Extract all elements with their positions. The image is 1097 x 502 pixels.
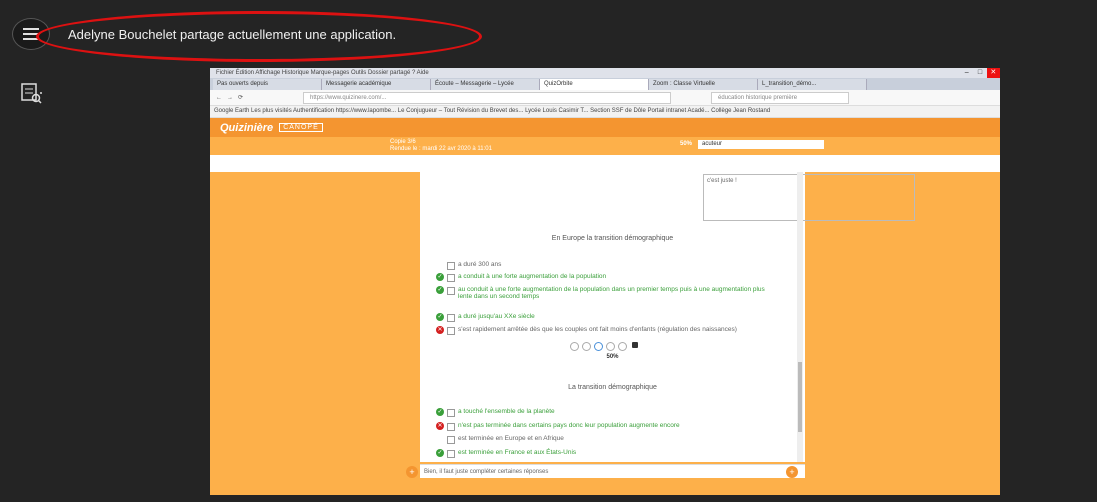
- forward-icon[interactable]: →: [227, 95, 233, 101]
- browser-tab[interactable]: Pas ouverts depuis: [213, 79, 322, 90]
- check-icon: ✓: [436, 408, 444, 416]
- back-icon[interactable]: ←: [216, 95, 222, 101]
- answer-text: a conduit à une forte augmentation de la…: [458, 273, 607, 280]
- question-percent: 50%: [606, 354, 619, 360]
- browser-tabs: Pas ouverts depuis Messagerie académique…: [210, 78, 1000, 90]
- check-icon: ✓: [436, 286, 444, 294]
- answer-text: est terminée en France et aux États-Unis: [458, 449, 577, 456]
- rating-dot-selected[interactable]: [594, 342, 603, 351]
- question-title: La transition démographique: [568, 384, 657, 391]
- submission-date: Rendue le : mardi 22 avr 2020 à 11:01: [390, 146, 492, 152]
- answer-item: ✓ a conduit à une forte augmentation de …: [436, 273, 606, 282]
- menubar-text: Fichier Édition Affichage Historique Mar…: [216, 70, 429, 76]
- answer-item: ✕ n'est pas terminée dans certains pays …: [436, 422, 680, 431]
- answer-text: a duré 300 ans: [458, 261, 502, 268]
- answer-item: est terminée en Europe et en Afrique: [436, 435, 564, 444]
- cross-icon: ✕: [436, 326, 444, 334]
- minimize-icon[interactable]: –: [960, 68, 973, 78]
- browser-search-input[interactable]: éducation historique première: [711, 91, 850, 104]
- answer-text: est terminée en Europe et en Afrique: [458, 435, 564, 442]
- answer-checkbox[interactable]: [447, 327, 455, 335]
- question-panel: c'est juste ! En Europe la transition dé…: [420, 172, 915, 462]
- comment-icon[interactable]: [632, 342, 638, 348]
- copy-info: Copie 3/6 Rendue le : mardi 22 avr 2020 …: [390, 139, 492, 153]
- question-title: En Europe la transition démographique: [551, 235, 674, 242]
- rating-dot[interactable]: [606, 342, 615, 351]
- add-right-icon[interactable]: +: [786, 466, 798, 478]
- quiziniere-header: Quizinière CANOPÉ: [210, 118, 1000, 137]
- rating-dot[interactable]: [570, 342, 579, 351]
- answer-checkbox[interactable]: [447, 274, 455, 282]
- answer-checkbox[interactable]: [447, 314, 455, 322]
- teacher-comment-input[interactable]: Bien, il faut juste compléter certaines …: [420, 464, 805, 478]
- browser-tab[interactable]: Écoute – Messagerie – Lycée: [431, 79, 540, 90]
- copy-count: Copie 3/6: [390, 139, 416, 145]
- canope-label: CANOPÉ: [279, 123, 323, 132]
- answer-item: a duré 300 ans: [436, 261, 501, 270]
- grade-input[interactable]: acuteur: [698, 140, 824, 149]
- no-mark: [436, 435, 444, 443]
- shared-application-view: Fichier Édition Affichage Historique Mar…: [210, 68, 1000, 495]
- answer-checkbox[interactable]: [447, 450, 455, 458]
- rating-dots[interactable]: [570, 342, 638, 351]
- poll-icon[interactable]: [20, 82, 42, 104]
- close-icon[interactable]: ✕: [986, 68, 1000, 78]
- bookmarks-bar[interactable]: Google Earth Les plus visités Authentifi…: [210, 106, 1000, 118]
- answer-item: ✓ est terminée en France et aux États-Un…: [436, 449, 576, 458]
- quiz-content: c'est juste ! En Europe la transition dé…: [210, 172, 1000, 495]
- browser-tab[interactable]: Messagerie académique: [322, 79, 431, 90]
- reload-icon[interactable]: ⟳: [238, 94, 243, 101]
- browser-tab-active[interactable]: QuizOrbite: [540, 79, 649, 90]
- answer-text: a touché l'ensemble de la planète: [458, 408, 555, 415]
- feedback-textarea[interactable]: c'est juste !: [703, 174, 915, 221]
- answer-checkbox[interactable]: [447, 409, 455, 417]
- check-icon: ✓: [436, 449, 444, 457]
- answer-text: n'est pas terminée dans certains pays do…: [458, 422, 680, 429]
- rating-dot[interactable]: [618, 342, 627, 351]
- window-controls: – □ ✕: [960, 68, 1000, 78]
- url-input[interactable]: https://www.quizinere.com/...: [303, 91, 672, 104]
- answer-item: ✓ a touché l'ensemble de la planète: [436, 408, 555, 417]
- browser-menubar: Fichier Édition Affichage Historique Mar…: [210, 68, 1000, 78]
- answer-text: a duré jusqu'au XXe siècle: [458, 313, 535, 320]
- answer-item: ✕ s'est rapidement arrêtée dès que les c…: [436, 326, 737, 335]
- browser-tab[interactable]: Zoom : Classe Virtuelle: [649, 79, 758, 90]
- share-status-text: Adelyne Bouchelet partage actuellement u…: [68, 27, 397, 42]
- rating-dot[interactable]: [582, 342, 591, 351]
- scrollbar-thumb[interactable]: [798, 362, 802, 432]
- answer-item: ✓ au conduit à une forte augmentation de…: [436, 286, 766, 300]
- browser-tab[interactable]: L_transition_démo...: [758, 79, 867, 90]
- copy-info-bar: Copie 3/6 Rendue le : mardi 22 avr 2020 …: [210, 137, 1000, 155]
- quiziniere-logo: Quizinière: [220, 121, 274, 134]
- check-icon: ✓: [436, 273, 444, 281]
- answer-checkbox[interactable]: [447, 262, 455, 270]
- answer-text: s'est rapidement arrêtée dès que les cou…: [458, 326, 737, 333]
- answer-text: au conduit à une forte augmentation de l…: [458, 286, 765, 300]
- no-mark: [436, 261, 444, 269]
- check-icon: ✓: [436, 313, 444, 321]
- cross-icon: ✕: [436, 422, 444, 430]
- add-left-icon[interactable]: +: [406, 466, 418, 478]
- answer-checkbox[interactable]: [447, 287, 455, 295]
- score-percent: 50%: [680, 141, 693, 147]
- share-banner: Adelyne Bouchelet partage actuellement u…: [0, 0, 1097, 62]
- answer-checkbox[interactable]: [447, 423, 455, 431]
- maximize-icon[interactable]: □: [973, 68, 986, 78]
- answer-checkbox[interactable]: [447, 436, 455, 444]
- answer-item: ✓ a duré jusqu'au XXe siècle: [436, 313, 535, 322]
- browser-urlbar: ← → ⟳ https://www.quizinere.com/... éduc…: [210, 90, 1000, 106]
